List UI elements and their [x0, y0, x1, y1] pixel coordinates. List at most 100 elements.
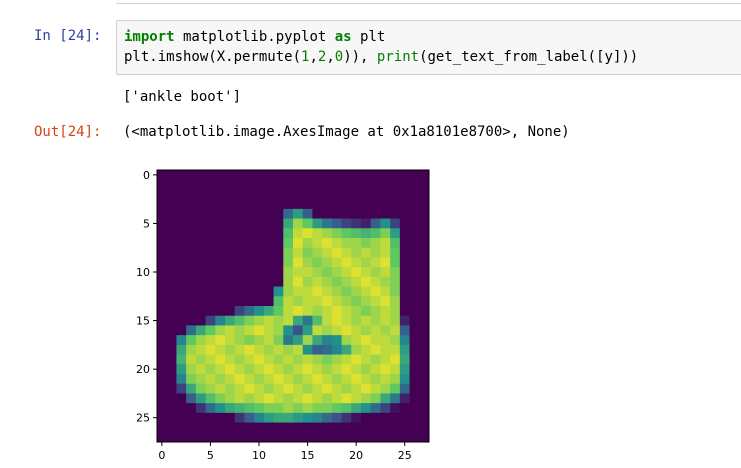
image-pixel: [312, 189, 323, 200]
image-pixel: [380, 344, 391, 355]
image-pixel: [322, 267, 333, 278]
image-pixel: [186, 228, 197, 239]
image-pixel: [166, 179, 177, 190]
image-pixel: [157, 170, 168, 181]
image-pixel: [331, 432, 342, 443]
image-pixel: [322, 296, 333, 307]
image-pixel: [234, 267, 245, 278]
image-pixel: [293, 354, 304, 365]
image-pixel: [409, 354, 420, 365]
image-pixel: [195, 315, 206, 326]
image-pixel: [293, 218, 304, 229]
image-pixel: [370, 364, 381, 375]
image-pixel: [312, 374, 323, 385]
image-pixel: [351, 228, 362, 239]
image-pixel: [234, 199, 245, 210]
image-pixel: [215, 238, 226, 249]
image-pixel: [351, 325, 362, 336]
image-pixel: [215, 364, 226, 375]
image-pixel: [331, 354, 342, 365]
image-pixel: [263, 189, 274, 200]
image-pixel: [322, 393, 333, 404]
image-pixel: [244, 383, 255, 394]
image-pixel: [244, 170, 255, 181]
image-pixel: [225, 199, 236, 210]
image-pixel: [312, 325, 323, 336]
image-pixel: [166, 344, 177, 355]
image-pixel: [215, 267, 226, 278]
image-pixel: [234, 335, 245, 346]
y-tick-label: 15: [136, 315, 150, 328]
image-pixel: [205, 335, 216, 346]
image-pixel: [351, 315, 362, 326]
image-pixel: [283, 315, 294, 326]
image-pixel: [312, 276, 323, 287]
image-pixel: [390, 325, 401, 336]
image-pixel: [409, 325, 420, 336]
image-pixel: [399, 267, 410, 278]
image-pixel: [225, 276, 236, 287]
image-pixel: [351, 374, 362, 385]
image-pixel: [215, 354, 226, 365]
image-pixel: [380, 179, 391, 190]
image-pixel: [205, 364, 216, 375]
image-pixel: [195, 412, 206, 423]
image-pixel: [263, 276, 274, 287]
image-pixel: [370, 247, 381, 258]
image-pixel: [370, 306, 381, 317]
image-pixel: [166, 286, 177, 297]
image-pixel: [166, 306, 177, 317]
image-pixel: [351, 364, 362, 375]
image-pixel: [186, 296, 197, 307]
image-pixel: [351, 267, 362, 278]
image-pixel: [419, 315, 430, 326]
image-pixel: [263, 422, 274, 433]
image-pixel: [390, 179, 401, 190]
image-pixel: [322, 179, 333, 190]
image-pixel: [254, 383, 265, 394]
image-pixel: [225, 335, 236, 346]
image-pixel: [380, 432, 391, 443]
image-pixel: [380, 238, 391, 249]
image-pixel: [186, 170, 197, 181]
image-pixel: [157, 257, 168, 268]
image-pixel: [195, 383, 206, 394]
image-pixel: [361, 344, 372, 355]
image-pixel: [263, 218, 274, 229]
image-pixel: [176, 199, 187, 210]
image-pixel: [186, 218, 197, 229]
image-pixel: [263, 296, 274, 307]
image-pixel: [409, 374, 420, 385]
image-pixel: [341, 315, 352, 326]
image-pixel: [186, 199, 197, 210]
image-pixel: [166, 412, 177, 423]
image-pixel: [283, 393, 294, 404]
image-pixel: [254, 189, 265, 200]
image-pixel: [215, 403, 226, 414]
image-pixel: [361, 267, 372, 278]
image-pixel: [225, 325, 236, 336]
image-pixel: [341, 208, 352, 219]
image-pixel: [254, 267, 265, 278]
image-pixel: [322, 276, 333, 287]
image-pixel: [273, 257, 284, 268]
image-pixel: [225, 315, 236, 326]
image-pixel: [331, 189, 342, 200]
image-pixel: [302, 228, 313, 239]
image-pixel: [283, 403, 294, 414]
image-pixel: [215, 208, 226, 219]
image-pixel: [312, 199, 323, 210]
image-pixel: [157, 276, 168, 287]
image-pixel: [205, 238, 216, 249]
x-tick-label: 20: [349, 449, 363, 462]
image-pixel: [283, 364, 294, 375]
image-pixel: [312, 364, 323, 375]
image-pixel: [157, 393, 168, 404]
image-pixel: [399, 335, 410, 346]
image-pixel: [195, 286, 206, 297]
image-pixel: [283, 276, 294, 287]
image-pixel: [186, 374, 197, 385]
image-pixel: [351, 179, 362, 190]
image-pixel: [370, 344, 381, 355]
image-pixel: [176, 325, 187, 336]
